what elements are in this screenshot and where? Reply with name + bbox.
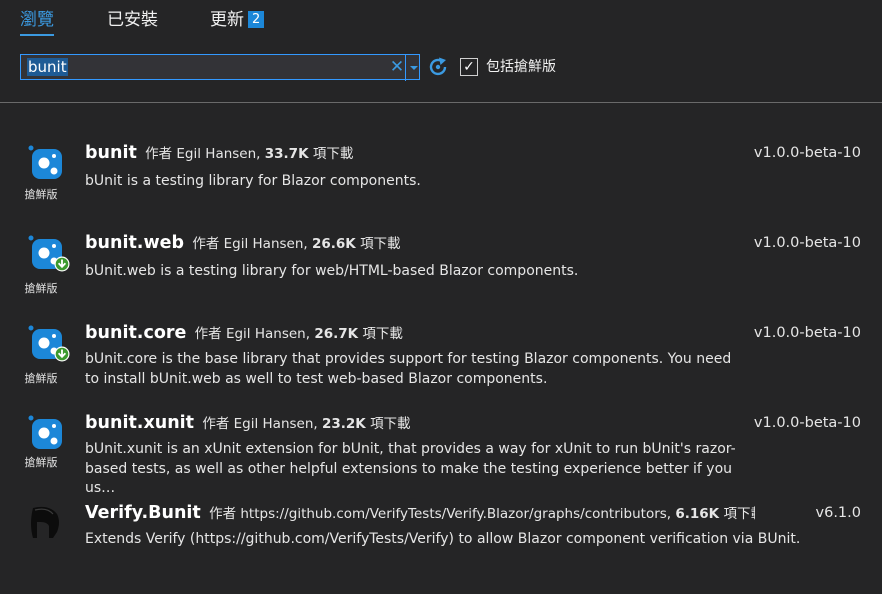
search-history-dropdown[interactable] bbox=[405, 55, 421, 81]
download-count: 33.7K bbox=[264, 146, 309, 162]
package-icon-container bbox=[24, 322, 70, 362]
download-count: 26.6K bbox=[311, 236, 356, 252]
tab-updates-label: 更新 bbox=[210, 10, 244, 30]
package-version: v1.0.0-beta-10 bbox=[753, 415, 861, 431]
refresh-icon[interactable] bbox=[427, 56, 449, 78]
by-label: 作者 bbox=[209, 506, 237, 522]
include-prerelease-label[interactable]: 包括搶鮮版 bbox=[486, 58, 556, 76]
package-author: Egil Hansen, bbox=[225, 326, 311, 342]
downloads-label: 項下載 bbox=[312, 146, 354, 162]
package-manager-tabs: 瀏覽 已安裝 更新 2 bbox=[0, 0, 882, 40]
package-description: Extends Verify (https://github.com/Verif… bbox=[85, 531, 801, 547]
clear-search-icon[interactable]: ✕ bbox=[387, 57, 407, 77]
package-description: bUnit.web is a testing library for web/H… bbox=[85, 263, 579, 279]
search-input-value[interactable]: bunit bbox=[27, 58, 68, 76]
search-row: bunit ✕ ✓ 包括搶鮮版 bbox=[20, 54, 882, 81]
downloads-label: 項下載 bbox=[362, 326, 403, 342]
updates-count-badge: 2 bbox=[248, 11, 265, 28]
downloads-label: 項下載 bbox=[370, 416, 411, 432]
package-title-line: bunit 作者 Egil Hansen, 33.7K 項下載 bbox=[85, 142, 755, 163]
installed-download-icon bbox=[54, 256, 70, 272]
package-title-line: bunit.core 作者 Egil Hansen, 26.7K 項下載 bbox=[85, 322, 755, 343]
package-name[interactable]: bunit.web bbox=[85, 233, 184, 253]
divider bbox=[0, 102, 882, 103]
prerelease-label: 搶鮮版 bbox=[24, 372, 58, 385]
tab-installed[interactable]: 已安裝 bbox=[107, 6, 158, 34]
package-icon-container bbox=[24, 412, 66, 452]
download-count: 23.2K bbox=[321, 416, 366, 432]
package-icon-container bbox=[24, 502, 66, 542]
prerelease-label: 搶鮮版 bbox=[24, 188, 58, 201]
spartan-helmet-icon bbox=[31, 506, 59, 538]
nuget-package-icon bbox=[27, 144, 62, 179]
by-label: 作者 bbox=[145, 146, 173, 162]
package-description: bUnit is a testing library for Blazor co… bbox=[85, 173, 421, 189]
package-title-line: bunit.web 作者 Egil Hansen, 26.6K 項下載 bbox=[85, 232, 755, 253]
package-item-bunit-xunit[interactable]: 搶鮮版 bunit.xunit 作者 Egil Hansen, 23.2K 項下… bbox=[0, 400, 882, 496]
package-version: v1.0.0-beta-10 bbox=[753, 325, 861, 341]
package-item-bunit-web[interactable]: 搶鮮版 bunit.web 作者 Egil Hansen, 26.6K 項下載 … bbox=[0, 220, 882, 308]
package-name[interactable]: Verify.Bunit bbox=[85, 503, 201, 523]
download-count: 26.7K bbox=[314, 326, 359, 342]
prerelease-label: 搶鮮版 bbox=[24, 456, 58, 469]
include-prerelease-checkbox[interactable]: ✓ bbox=[460, 58, 478, 76]
package-name[interactable]: bunit.xunit bbox=[85, 413, 194, 433]
package-author: Egil Hansen, bbox=[233, 416, 318, 432]
package-description: bUnit.core is the base library that prov… bbox=[85, 351, 732, 387]
package-version: v1.0.0-beta-10 bbox=[753, 235, 861, 251]
downloads-label: 項下載 bbox=[723, 506, 755, 522]
package-author: Egil Hansen, bbox=[176, 146, 261, 162]
tab-browse[interactable]: 瀏覽 bbox=[20, 6, 54, 36]
package-item-bunit-core[interactable]: 搶鮮版 bunit.core 作者 Egil Hansen, 26.7K 項下載… bbox=[0, 310, 882, 398]
package-title-line: bunit.xunit 作者 Egil Hansen, 23.2K 項下載 bbox=[85, 412, 755, 433]
package-name[interactable]: bunit.core bbox=[85, 323, 186, 343]
prerelease-label: 搶鮮版 bbox=[24, 282, 58, 295]
by-label: 作者 bbox=[202, 416, 230, 432]
nuget-package-icon bbox=[27, 414, 62, 449]
by-label: 作者 bbox=[192, 236, 220, 252]
package-item-verify-bunit[interactable]: Verify.Bunit 作者 https://github.com/Verif… bbox=[0, 490, 882, 570]
tab-updates[interactable]: 更新 2 bbox=[210, 6, 265, 34]
search-input[interactable]: bunit ✕ bbox=[20, 54, 421, 81]
package-title-line: Verify.Bunit 作者 https://github.com/Verif… bbox=[85, 502, 755, 523]
package-item-bunit[interactable]: 搶鮮版 bunit 作者 Egil Hansen, 33.7K 項下載 bUni… bbox=[0, 130, 882, 218]
package-version: v6.1.0 bbox=[815, 505, 861, 521]
installed-download-icon bbox=[54, 346, 70, 362]
package-author: Egil Hansen, bbox=[223, 236, 308, 252]
downloads-label: 項下載 bbox=[360, 236, 401, 252]
package-version: v1.0.0-beta-10 bbox=[753, 145, 861, 161]
package-author: https://github.com/VerifyTests/Verify.Bl… bbox=[240, 506, 672, 522]
package-icon-container bbox=[24, 142, 66, 182]
package-name[interactable]: bunit bbox=[85, 143, 137, 163]
by-label: 作者 bbox=[194, 326, 222, 342]
package-icon-container bbox=[24, 232, 70, 272]
download-count: 6.16K bbox=[675, 506, 720, 522]
